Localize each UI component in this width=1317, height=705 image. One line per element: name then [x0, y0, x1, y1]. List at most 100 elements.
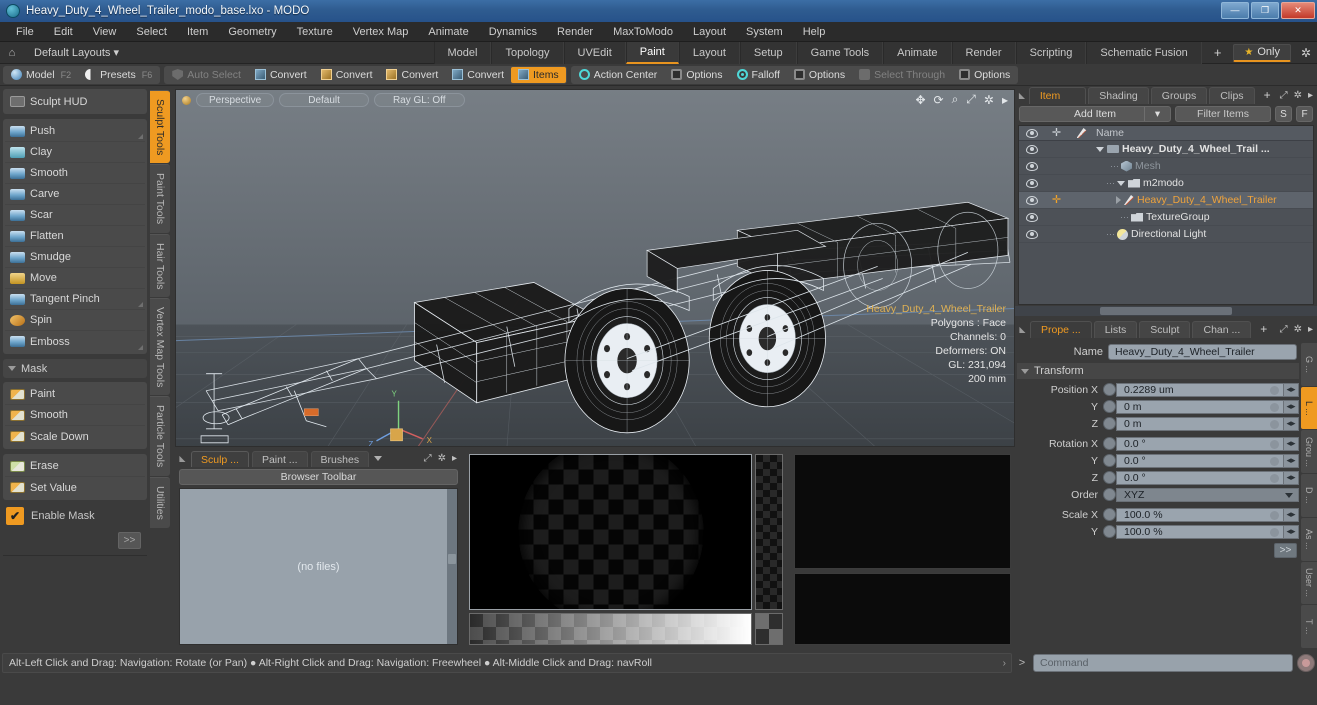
- table-row[interactable]: ⋯ m2modo: [1019, 175, 1313, 192]
- menu-item-select[interactable]: Select: [126, 22, 177, 42]
- menu-item-texture[interactable]: Texture: [287, 22, 343, 42]
- mask-tool-erase[interactable]: Erase: [5, 456, 145, 477]
- convert-vertex-button[interactable]: Convert: [248, 67, 314, 83]
- chevron-down-icon[interactable]: ▾: [1144, 107, 1170, 121]
- sculpt-more-button[interactable]: >>: [118, 532, 141, 549]
- rotation-z-stepper[interactable]: ◂▸: [1284, 470, 1299, 485]
- row-visibility-toggle[interactable]: [1019, 212, 1044, 222]
- pan-icon[interactable]: ✥: [915, 93, 925, 107]
- minimize-button[interactable]: —: [1221, 2, 1249, 19]
- expand-icon[interactable]: ⤢: [1280, 90, 1288, 101]
- tab-properties[interactable]: Prope ...: [1030, 320, 1092, 338]
- tool-tangent-pinch[interactable]: Tangent Pinch: [5, 289, 145, 310]
- preview-render-top[interactable]: [794, 454, 1011, 569]
- property-channel-toggle[interactable]: [1103, 437, 1116, 450]
- expand-icon[interactable]: ⤢: [424, 453, 432, 464]
- action-center-button[interactable]: Action Center: [572, 67, 665, 83]
- tool-flatten[interactable]: Flatten: [5, 226, 145, 247]
- menu-item-edit[interactable]: Edit: [44, 22, 83, 42]
- tab-item-list[interactable]: Item List: [1028, 86, 1087, 119]
- mask-section-header[interactable]: Mask: [3, 359, 147, 378]
- tool-push[interactable]: Push: [5, 121, 145, 142]
- vtab-utilities[interactable]: Utilities: [150, 476, 170, 528]
- panel-menu-icon[interactable]: ◣: [1017, 91, 1027, 100]
- tab-sculpt[interactable]: Sculpt: [1139, 320, 1191, 338]
- pvtab-locator[interactable]: L ...: [1301, 386, 1317, 430]
- add-item-button[interactable]: Add Item ▾: [1019, 106, 1171, 122]
- tab-channels[interactable]: Chan ...: [1192, 320, 1252, 338]
- vtab-paint-tools[interactable]: Paint Tools: [150, 164, 170, 233]
- tool-clay[interactable]: Clay: [5, 142, 145, 163]
- position-y-stepper[interactable]: ◂▸: [1284, 399, 1299, 414]
- row-name-cell[interactable]: ⋯ Mesh: [1094, 160, 1313, 172]
- property-channel-toggle[interactable]: [1103, 488, 1116, 501]
- expand-icon[interactable]: ⤢: [1280, 324, 1288, 335]
- mask-tool-set-value[interactable]: Set Value: [5, 477, 145, 498]
- properties-more-button[interactable]: >>: [1274, 543, 1297, 558]
- viewport-shading-mode[interactable]: Default: [279, 93, 369, 107]
- falloff-options-button[interactable]: Options: [787, 67, 852, 83]
- property-channel-toggle[interactable]: [1103, 525, 1116, 538]
- menu-item-system[interactable]: System: [736, 22, 793, 42]
- transform-section-header[interactable]: Transform: [1017, 363, 1299, 379]
- mask-tool-smooth[interactable]: Smooth: [5, 405, 145, 426]
- chevron-down-icon[interactable]: [1117, 180, 1125, 186]
- rotation-x-input[interactable]: 0.0 °: [1116, 436, 1284, 451]
- auto-select-button[interactable]: Auto Select: [165, 67, 248, 83]
- pvtab-assembly[interactable]: As ...: [1301, 517, 1317, 561]
- menu-item-view[interactable]: View: [83, 22, 127, 42]
- row-name-cell[interactable]: Heavy_Duty_4_Wheel_Trail ...: [1094, 143, 1313, 155]
- preview-render-bottom[interactable]: [794, 573, 1011, 645]
- scale-x-input[interactable]: 100.0 %: [1116, 507, 1284, 522]
- tool-spin[interactable]: Spin: [5, 310, 145, 331]
- tab-render[interactable]: Render: [951, 41, 1016, 64]
- convert-poly-button[interactable]: Convert: [379, 67, 445, 83]
- tab-clips[interactable]: Clips: [1209, 86, 1255, 104]
- panel-menu-icon[interactable]: ◣: [1017, 325, 1028, 334]
- table-row[interactable]: Heavy_Duty_4_Wheel_Trail ...: [1019, 141, 1313, 158]
- home-icon[interactable]: ⌂: [0, 47, 24, 59]
- row-name-cell[interactable]: Heavy_Duty_4_Wheel_Trailer: [1094, 194, 1313, 206]
- add-tab-button[interactable]: +: [1202, 42, 1234, 64]
- tool-emboss[interactable]: Emboss: [5, 331, 145, 352]
- brush-alpha-preview[interactable]: [469, 454, 752, 610]
- tab-uvedit[interactable]: UVEdit: [563, 41, 626, 64]
- gear-icon[interactable]: ✲: [1295, 46, 1317, 60]
- menu-item-geometry[interactable]: Geometry: [218, 22, 286, 42]
- vtab-particle-tools[interactable]: Particle Tools: [150, 396, 170, 476]
- chevron-right-icon[interactable]: ▸: [1308, 90, 1313, 101]
- tab-lists[interactable]: Lists: [1093, 320, 1138, 338]
- vtab-hair-tools[interactable]: Hair Tools: [150, 233, 170, 298]
- pvtab-general[interactable]: G ...: [1301, 343, 1317, 386]
- brush-color-swatch[interactable]: [755, 613, 783, 645]
- viewport-view-mode[interactable]: Perspective: [196, 93, 275, 107]
- pvtab-display[interactable]: D ...: [1301, 474, 1317, 517]
- tool-scar[interactable]: Scar: [5, 205, 145, 226]
- convert-edge-button[interactable]: Convert: [314, 67, 380, 83]
- vtab-vertex-map-tools[interactable]: Vertex Map Tools: [150, 298, 170, 396]
- table-row[interactable]: ⋯ Directional Light: [1019, 226, 1313, 243]
- filter-f-button[interactable]: F: [1296, 106, 1313, 122]
- enable-mask-row[interactable]: ✔ Enable Mask: [3, 505, 147, 527]
- file-browser-area[interactable]: (no files): [179, 488, 458, 645]
- table-row[interactable]: ⋯ Mesh: [1019, 158, 1313, 175]
- tab-shading[interactable]: Shading: [1088, 86, 1149, 104]
- tab-topology[interactable]: Topology: [491, 41, 564, 64]
- row-visibility-toggle[interactable]: [1019, 161, 1044, 171]
- menu-item-maxtomodo[interactable]: MaxToModo: [603, 22, 683, 42]
- tool-smudge[interactable]: Smudge: [5, 247, 145, 268]
- falloff-button[interactable]: Falloff: [730, 67, 787, 83]
- rotation-y-input[interactable]: 0.0 °: [1116, 453, 1284, 468]
- tab-setup[interactable]: Setup: [739, 41, 797, 64]
- viewport-raygl-toggle[interactable]: Ray GL: Off: [373, 93, 465, 107]
- tab-groups[interactable]: Groups: [1150, 86, 1208, 104]
- menu-item-dynamics[interactable]: Dynamics: [479, 22, 547, 42]
- viewport-arrow-icon[interactable]: ▸: [1002, 93, 1008, 107]
- chevron-right-icon[interactable]: [1116, 196, 1121, 204]
- maximize-button[interactable]: ❐: [1251, 2, 1279, 19]
- rotation-z-input[interactable]: 0.0 °: [1116, 470, 1284, 485]
- pvtab-user[interactable]: User ...: [1301, 561, 1317, 605]
- scrollbar-thumb[interactable]: [1099, 307, 1233, 315]
- chevron-down-icon[interactable]: [374, 456, 383, 461]
- position-z-stepper[interactable]: ◂▸: [1284, 416, 1299, 431]
